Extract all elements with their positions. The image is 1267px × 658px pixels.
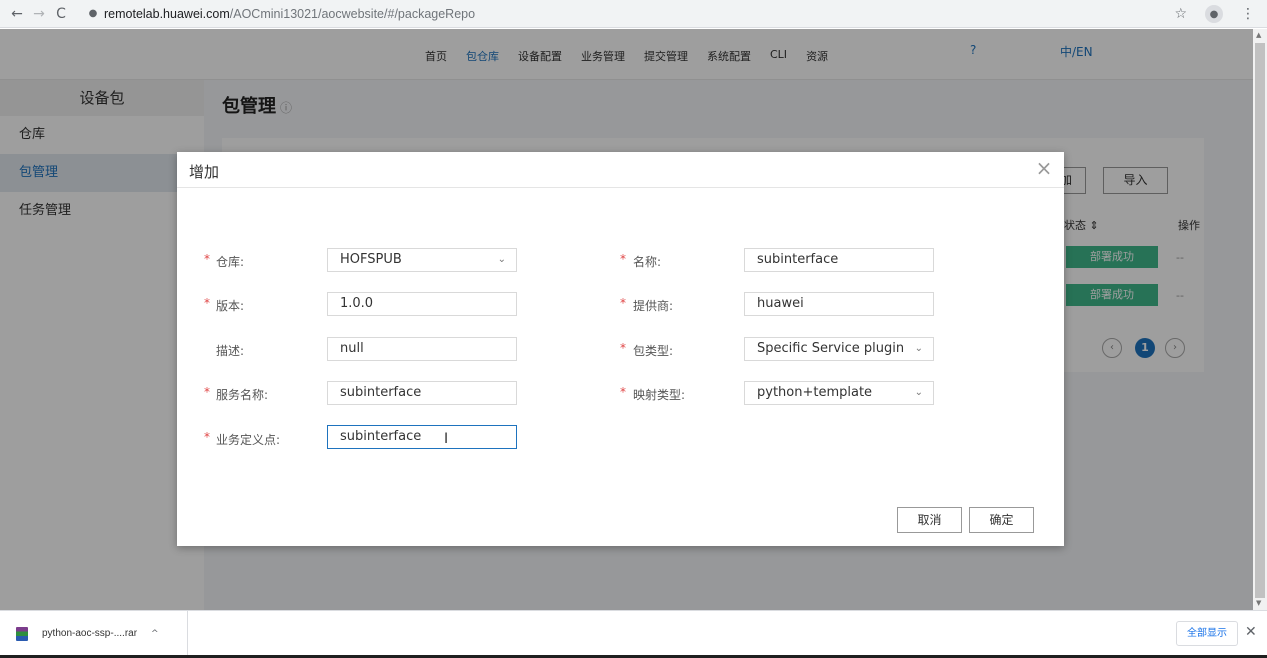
desc-label: 描述: [216, 344, 245, 358]
profile-avatar-icon[interactable]: ● [1205, 5, 1223, 23]
scroll-up-icon[interactable]: ▲ [1256, 31, 1261, 39]
service-name-input[interactable]: subinterface [327, 381, 517, 405]
dialog-header: 增加 × [177, 152, 1064, 188]
required-marker: * [204, 296, 210, 310]
required-marker: * [620, 252, 626, 266]
required-marker: * [620, 296, 626, 310]
chevron-down-icon: ⌄ [497, 254, 506, 265]
url-path: /AOCmini13021/aocwebsite/#/packageRepo [229, 6, 476, 21]
show-all-downloads-button[interactable]: 全部显示 [1176, 621, 1238, 646]
reload-icon[interactable]: C [50, 6, 72, 22]
chevron-down-icon: ⌄ [914, 387, 923, 398]
browser-menu-icon[interactable]: ⋮ [1241, 6, 1255, 22]
service-name-label: 服务名称: [216, 388, 269, 402]
required-marker: * [204, 385, 210, 399]
name-input[interactable]: subinterface [744, 248, 934, 272]
scroll-down-icon[interactable]: ▼ [1256, 599, 1261, 607]
required-marker: * [620, 341, 626, 355]
confirm-button[interactable]: 确定 [969, 507, 1034, 533]
download-item[interactable]: python-aoc-ssp-....rar ^ [0, 611, 188, 656]
address-bar[interactable]: remotelab.huawei.com/AOCmini13021/aocweb… [104, 7, 475, 21]
page-scrollbar[interactable]: ▲ ▼ [1253, 29, 1267, 610]
repo-select[interactable]: HOFSPUB ⌄ [327, 248, 517, 272]
pkg-type-label: 包类型: [633, 344, 674, 358]
vendor-input[interactable]: huawei [744, 292, 934, 316]
chevron-down-icon: ⌄ [914, 343, 923, 354]
bookmark-star-icon[interactable]: ☆ [1174, 6, 1187, 22]
map-type-select-value: python+template [757, 385, 873, 400]
version-input[interactable]: 1.0.0 [327, 292, 517, 316]
download-filename: python-aoc-ssp-....rar [42, 628, 138, 639]
scroll-thumb[interactable] [1255, 43, 1265, 598]
required-marker: * [620, 385, 626, 399]
text-cursor-icon: I [444, 431, 449, 447]
biz-point-label: 业务定义点: [216, 433, 281, 447]
chevron-up-icon[interactable]: ^ [151, 629, 159, 639]
forward-icon[interactable]: → [28, 6, 50, 22]
name-label: 名称: [633, 255, 662, 269]
repo-select-value: HOFSPUB [340, 252, 402, 267]
pkg-type-select[interactable]: Specific Service plugin ⌄ [744, 337, 934, 361]
repo-label: 仓库: [216, 255, 245, 269]
browser-actions: ☆ ● ⋮ [1174, 5, 1255, 23]
url-host: remotelab.huawei.com [104, 6, 230, 21]
lock-icon: ● [88, 8, 98, 19]
required-marker: * [204, 430, 210, 444]
rar-file-icon [16, 626, 28, 641]
close-icon[interactable]: ✕ [1245, 624, 1257, 640]
back-icon[interactable]: ← [6, 6, 28, 22]
browser-toolbar: ← → C ● remotelab.huawei.com/AOCmini1302… [0, 0, 1267, 28]
dialog-title: 增加 [189, 163, 220, 181]
map-type-select[interactable]: python+template ⌄ [744, 381, 934, 405]
close-icon[interactable]: × [1034, 158, 1054, 178]
add-package-dialog: 增加 × * 仓库: HOFSPUB ⌄ * 名称: subinterface *… [177, 152, 1064, 546]
pkg-type-select-value: Specific Service plugin [757, 341, 905, 356]
biz-point-input[interactable]: subinterface [327, 425, 517, 449]
download-shelf: python-aoc-ssp-....rar ^ 全部显示 ✕ [0, 610, 1267, 658]
desc-input[interactable]: null [327, 337, 517, 361]
vendor-label: 提供商: [633, 299, 674, 313]
required-marker: * [204, 252, 210, 266]
cancel-button[interactable]: 取消 [897, 507, 962, 533]
map-type-label: 映射类型: [633, 388, 686, 402]
version-label: 版本: [216, 299, 245, 313]
